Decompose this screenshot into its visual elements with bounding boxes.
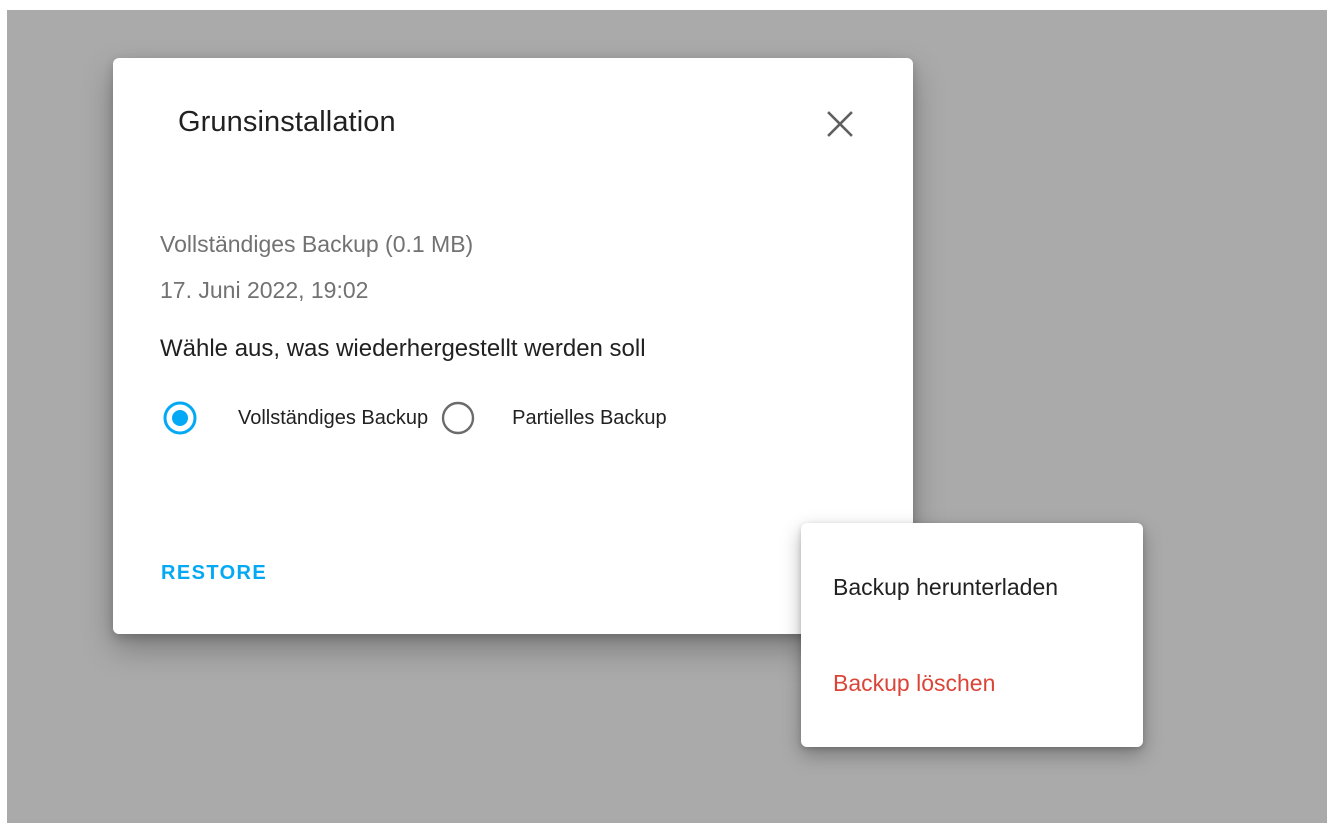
restore-type-radio-group: Vollständiges Backup Partielles Backup xyxy=(160,398,667,438)
radio-checked-icon xyxy=(163,401,197,435)
radio-label-partial-backup: Partielles Backup xyxy=(512,406,667,429)
menu-item-delete-backup[interactable]: Backup löschen xyxy=(801,651,1143,715)
radio-unchecked-icon xyxy=(441,401,475,435)
radio-partial-backup[interactable] xyxy=(438,398,478,438)
restore-dialog: Grunsinstallation Vollständiges Backup (… xyxy=(113,58,913,634)
backup-type-size: Vollständiges Backup (0.1 MB) xyxy=(160,231,474,257)
radio-option-partial-backup[interactable]: Partielles Backup xyxy=(438,398,667,438)
dialog-title: Grunsinstallation xyxy=(178,106,396,138)
restore-button[interactable]: RESTORE xyxy=(161,562,267,585)
restore-question: Wähle aus, was wiederhergestellt werden … xyxy=(160,335,646,362)
radio-option-full-backup[interactable]: Vollständiges Backup xyxy=(160,398,428,438)
backup-actions-menu: Backup herunterladen Backup löschen xyxy=(801,523,1143,747)
backup-date: 17. Juni 2022, 19:02 xyxy=(160,277,369,303)
menu-item-download-backup[interactable]: Backup herunterladen xyxy=(801,555,1143,619)
close-icon xyxy=(827,111,853,137)
radio-full-backup[interactable] xyxy=(160,398,200,438)
close-button[interactable] xyxy=(818,102,862,146)
radio-label-full-backup: Vollständiges Backup xyxy=(238,406,429,429)
